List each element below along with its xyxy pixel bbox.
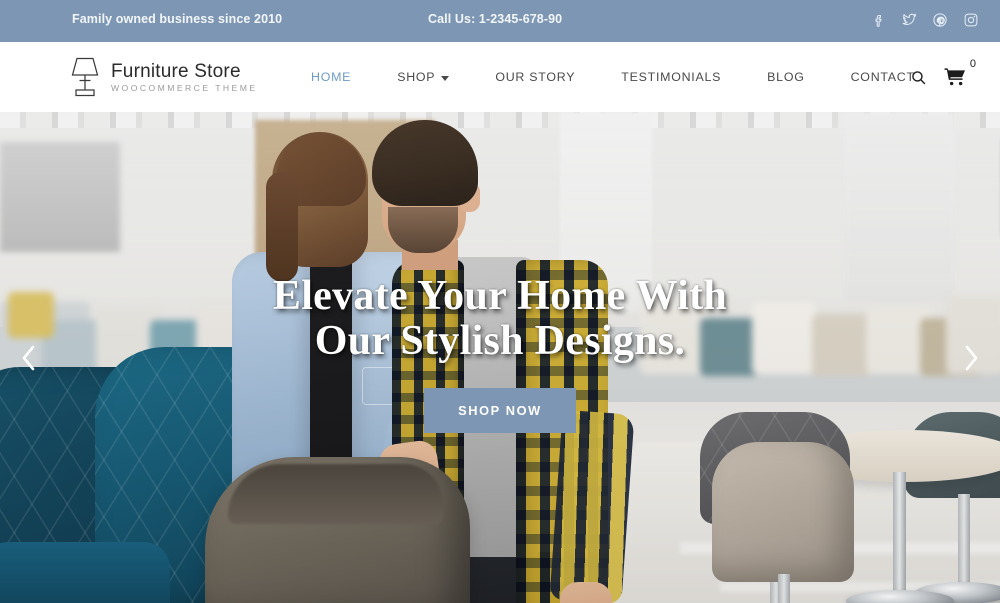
header-tools: 0 (910, 42, 976, 112)
hero-title-line1: Elevate Your Home With (272, 272, 728, 319)
pinterest-icon[interactable] (929, 9, 951, 31)
social-links (867, 9, 982, 31)
facebook-icon[interactable] (867, 9, 889, 31)
chevron-down-icon (441, 75, 450, 81)
cart-icon[interactable]: 0 (944, 58, 976, 87)
logo-subtitle: WOOCOMMERCE THEME (111, 82, 258, 93)
tagline-text: Family owned business since 2010 (72, 12, 283, 26)
nav-item-our-story[interactable]: OUR STORY (472, 70, 598, 84)
hero-content: Elevate Your Home With Our Stylish Desig… (0, 112, 1000, 603)
main-navigation: HOME SHOP OUR STORY TESTIMONIALS BLOG CO… (288, 42, 938, 112)
chevron-left-icon[interactable] (10, 339, 48, 377)
hero-title: Elevate Your Home With Our Stylish Desig… (272, 272, 728, 364)
site-logo[interactable]: Furniture Store WOOCOMMERCE THEME (68, 54, 258, 100)
logo-title: Furniture Store (111, 60, 241, 82)
nav-item-blog[interactable]: BLOG (744, 70, 827, 84)
page-root: Family owned business since 2010 Call Us… (0, 0, 1000, 603)
phone-text: Call Us: 1-2345-678-90 (428, 12, 563, 26)
top-bar: Family owned business since 2010 Call Us… (0, 0, 1000, 42)
lamp-icon (68, 54, 102, 100)
nav-item-home[interactable]: HOME (288, 70, 374, 84)
nav-item-shop[interactable]: SHOP (374, 70, 472, 84)
nav-item-testimonials[interactable]: TESTIMONIALS (598, 70, 744, 84)
hero-slider: Elevate Your Home With Our Stylish Desig… (0, 112, 1000, 603)
shop-now-button[interactable]: SHOP NOW (424, 388, 576, 434)
hero-title-line2: Our Stylish Designs. (314, 317, 686, 364)
nav-item-shop-label: SHOP (397, 70, 436, 84)
search-icon[interactable] (910, 69, 927, 86)
site-header: Furniture Store WOOCOMMERCE THEME HOME S… (0, 42, 1000, 112)
instagram-icon[interactable] (960, 9, 982, 31)
chevron-right-icon[interactable] (952, 339, 990, 377)
twitter-icon[interactable] (898, 9, 920, 31)
cart-count-badge: 0 (969, 58, 976, 70)
